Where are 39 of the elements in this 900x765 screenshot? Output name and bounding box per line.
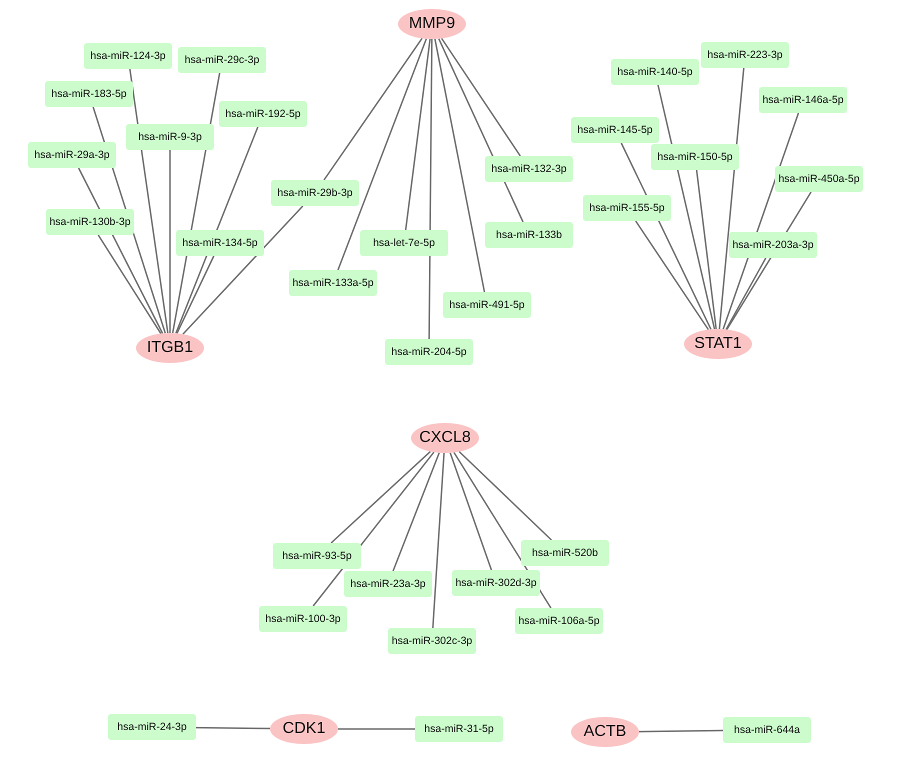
mirna-node: hsa-miR-450a-5p xyxy=(775,166,863,192)
mirna-node: hsa-miR-302d-3p xyxy=(452,570,540,596)
mirna-node: hsa-miR-9-3p xyxy=(126,124,214,150)
gene-node: STAT1 xyxy=(684,329,752,359)
mirna-node: hsa-miR-31-5p xyxy=(415,716,503,742)
gene-node: ACTB xyxy=(571,717,639,747)
mirna-node: hsa-miR-100-3p xyxy=(259,606,347,632)
gene-node: CXCL8 xyxy=(411,423,479,453)
mirna-node: hsa-miR-132-3p xyxy=(485,156,573,182)
gene-node: MMP9 xyxy=(398,9,466,39)
mirna-node: hsa-miR-203a-3p xyxy=(729,232,817,258)
mirna-node: hsa-miR-29c-3p xyxy=(178,47,266,73)
mirna-node: hsa-miR-29a-3p xyxy=(28,142,116,168)
mirna-node: hsa-miR-223-3p xyxy=(701,42,789,68)
gene-node: ITGB1 xyxy=(136,333,204,363)
mirna-node: hsa-miR-130b-3p xyxy=(46,209,134,235)
mirna-node: hsa-miR-204-5p xyxy=(385,339,473,365)
mirna-node: hsa-miR-644a xyxy=(723,717,811,743)
mirna-node: hsa-miR-124-3p xyxy=(84,43,172,69)
mirna-node: hsa-miR-29b-3p xyxy=(271,180,359,206)
mirna-node: hsa-miR-93-5p xyxy=(273,543,361,569)
mirna-node: hsa-miR-146a-5p xyxy=(759,87,847,113)
gene-node: CDK1 xyxy=(270,714,338,744)
mirna-node: hsa-miR-302c-3p xyxy=(388,628,476,654)
mirna-node: hsa-miR-150-5p xyxy=(651,144,739,170)
mirna-node: hsa-miR-491-5p xyxy=(443,292,531,318)
mirna-node: hsa-miR-192-5p xyxy=(219,101,307,127)
mirna-node: hsa-miR-134-5p xyxy=(176,230,264,256)
mirna-node: hsa-let-7e-5p xyxy=(360,230,448,256)
mirna-node: hsa-miR-24-3p xyxy=(108,714,196,740)
mirna-node: hsa-miR-145-5p xyxy=(571,117,659,143)
mirna-node: hsa-miR-133a-5p xyxy=(289,270,377,296)
mirna-node: hsa-miR-155-5p xyxy=(583,195,671,221)
mirna-node: hsa-miR-140-5p xyxy=(611,59,699,85)
mirna-node: hsa-miR-133b xyxy=(485,222,573,248)
mirna-node: hsa-miR-23a-3p xyxy=(344,571,432,597)
mirna-node: hsa-miR-106a-5p xyxy=(515,608,603,634)
mirna-node: hsa-miR-520b xyxy=(521,540,609,566)
mirna-node: hsa-miR-183-5p xyxy=(45,81,133,107)
